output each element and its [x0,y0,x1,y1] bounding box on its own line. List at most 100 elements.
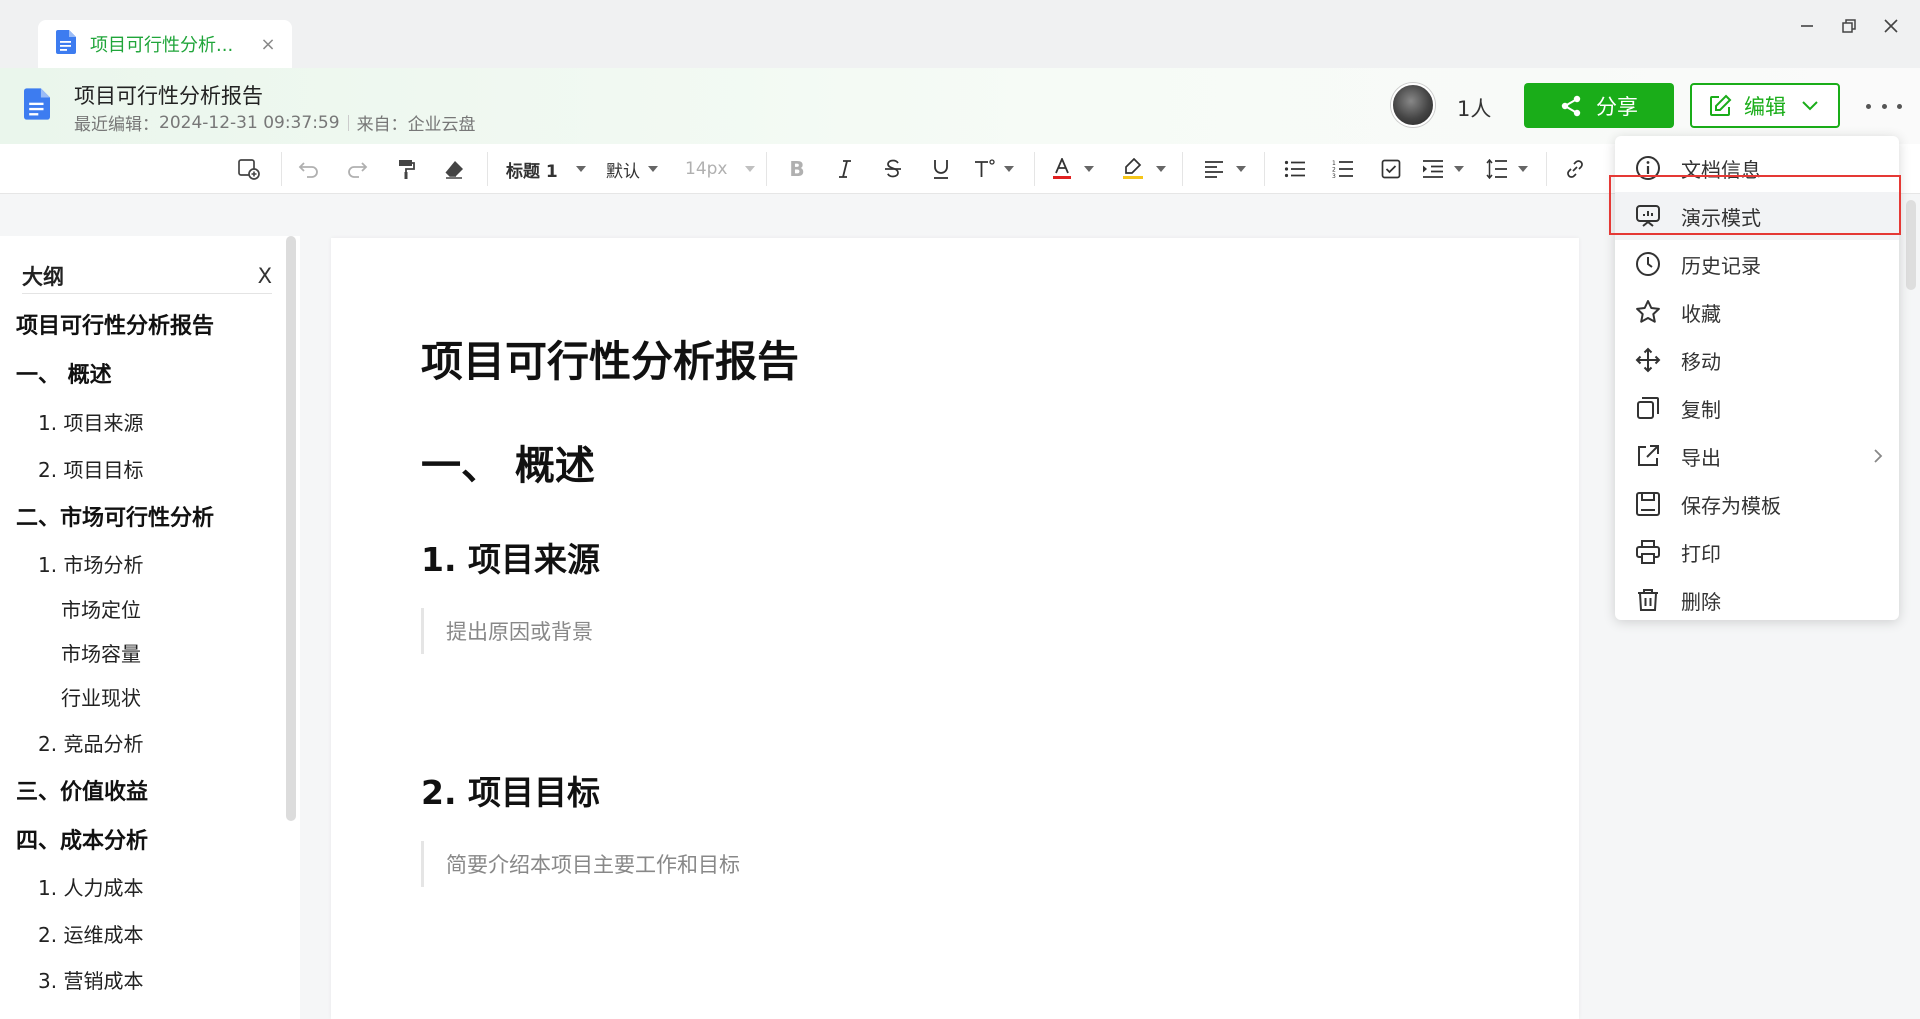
indent-select[interactable] [1422,156,1464,182]
font-color-select[interactable] [1052,156,1094,182]
edit-label: 编辑 [1744,94,1786,119]
share-button[interactable]: 分享 [1524,83,1674,128]
menu-label: 历史记录 [1681,253,1761,278]
outline-item[interactable]: 2. 竞品分析 [38,728,143,757]
font-family-value: 默认 [606,161,640,182]
info-icon [1636,156,1660,180]
font-family-select[interactable]: 默认 [606,156,658,182]
outline-item[interactable]: 2. 项目目标 [38,454,143,483]
doc-heading-2: 2. 项目目标 [421,773,600,812]
font-size-select[interactable]: 14px [685,156,756,182]
tab-close-icon[interactable]: × [258,34,278,55]
menu-item-document-info[interactable]: 文档信息 [1615,144,1899,192]
save-template-icon [1636,492,1660,516]
window-close-icon[interactable] [1876,14,1906,38]
menu-label: 收藏 [1681,301,1721,326]
outline-item[interactable]: 1. 项目来源 [38,407,143,436]
outline-item[interactable]: 项目可行性分析报告 [16,308,214,340]
menu-label: 移动 [1681,349,1721,374]
link-icon[interactable] [1562,156,1588,182]
outline-panel: 大纲 X 项目可行性分析报告 一、 概述 1. 项目来源 2. 项目目标 二、市… [0,236,300,1019]
star-icon [1636,300,1660,323]
last-edit-time: 2024-12-31 09:37:59 [159,112,340,133]
font-size-value: 14px [685,159,728,179]
outline-scrollbar[interactable] [286,236,296,821]
menu-item-favorite[interactable]: 收藏 [1615,288,1899,336]
doc-quote: 提出原因或背景 [421,608,593,654]
avatar[interactable] [1391,83,1435,127]
outline-item[interactable]: 市场定位 [61,594,141,623]
menu-label: 保存为模板 [1681,493,1781,518]
minimize-icon[interactable] [1792,14,1822,38]
insert-block-icon[interactable] [236,156,262,182]
menu-label: 删除 [1681,589,1721,614]
superscript-select[interactable] [974,156,1014,182]
outline-item[interactable]: 一、 概述 [16,357,112,389]
menu-item-save-template[interactable]: 保存为模板 [1615,480,1899,528]
page-scrollbar[interactable] [1906,200,1916,290]
tab-title: 项目可行性分析... [90,35,234,56]
doc-heading-1: 一、 概述 [421,443,595,489]
format-painter-icon[interactable] [393,156,419,182]
outline-header: 大纲 X [22,258,272,294]
last-edit-label: 最近编辑： [74,115,159,135]
menu-label: 文档信息 [1681,157,1761,182]
source-value: 企业云盘 [407,115,476,135]
outline-title: 大纲 [22,264,64,289]
edit-button[interactable]: 编辑 [1690,83,1840,128]
chevron-right-icon [1874,449,1883,463]
outline-item[interactable]: 3. 营销成本 [38,965,143,994]
restore-icon[interactable] [1834,14,1864,38]
outline-item[interactable]: 1. 人力成本 [38,872,143,901]
numbered-list-icon[interactable]: 123 [1330,156,1356,182]
menu-label: 打印 [1681,541,1721,566]
line-height-select[interactable] [1486,156,1528,182]
outline-item[interactable]: 1. 市场分析 [38,549,143,578]
collaborator-count[interactable]: 1人 [1457,93,1491,123]
underline-icon[interactable] [928,156,954,182]
document-page[interactable]: 项目可行性分析报告 一、 概述 1. 项目来源 提出原因或背景 2. 项目目标 … [331,238,1579,1019]
heading-style-select[interactable]: 标题 1 [506,156,586,182]
outline-item[interactable]: 2. 运维成本 [38,919,143,948]
trash-icon [1638,589,1658,611]
italic-icon[interactable] [832,156,858,182]
tab-bar: 项目可行性分析... × [0,0,1920,68]
outline-item[interactable]: 市场容量 [61,638,141,667]
menu-item-presentation-mode[interactable]: 演示模式 [1615,192,1899,240]
menu-item-copy[interactable]: 复制 [1615,384,1899,432]
bold-icon[interactable]: B [784,156,810,182]
doc-heading-2: 1. 项目来源 [421,540,600,579]
document-icon [56,30,76,58]
highlight-color-select[interactable] [1122,156,1166,182]
redo-icon[interactable] [344,156,370,182]
menu-label: 复制 [1681,397,1721,422]
document-meta: 最近编辑： 2024-12-31 09:37:59 来自： 企业云盘 [74,110,476,136]
checklist-icon[interactable] [1378,156,1404,182]
outline-close-icon[interactable]: X [258,264,272,288]
strikethrough-icon[interactable] [880,156,906,182]
more-options-menu: 文档信息 演示模式 历史记录 收藏 移动 复制 导出 保存为模板 打印 删除 [1615,136,1899,620]
clear-format-icon[interactable] [441,156,467,182]
menu-label: 演示模式 [1681,205,1761,230]
edit-icon [1710,94,1732,116]
print-icon [1636,540,1660,564]
align-select[interactable] [1204,156,1246,182]
menu-item-move[interactable]: 移动 [1615,336,1899,384]
document-title: 项目可行性分析报告 [74,84,263,108]
meta-divider [347,114,349,131]
outline-item[interactable]: 行业现状 [61,682,141,711]
menu-item-print[interactable]: 打印 [1615,528,1899,576]
outline-item[interactable]: 三、价值收益 [16,774,148,806]
svg-text:3: 3 [1332,173,1336,179]
more-options-icon[interactable] [1866,96,1902,116]
menu-item-export[interactable]: 导出 [1615,432,1899,480]
document-icon [24,88,50,124]
bullet-list-icon[interactable] [1282,156,1308,182]
undo-icon[interactable] [296,156,322,182]
outline-item[interactable]: 二、市场可行性分析 [16,500,214,532]
document-tab[interactable]: 项目可行性分析... × [38,20,292,68]
export-icon [1638,445,1659,466]
menu-item-history[interactable]: 历史记录 [1615,240,1899,288]
menu-item-delete[interactable]: 删除 [1615,576,1899,624]
outline-item[interactable]: 四、成本分析 [16,823,148,855]
